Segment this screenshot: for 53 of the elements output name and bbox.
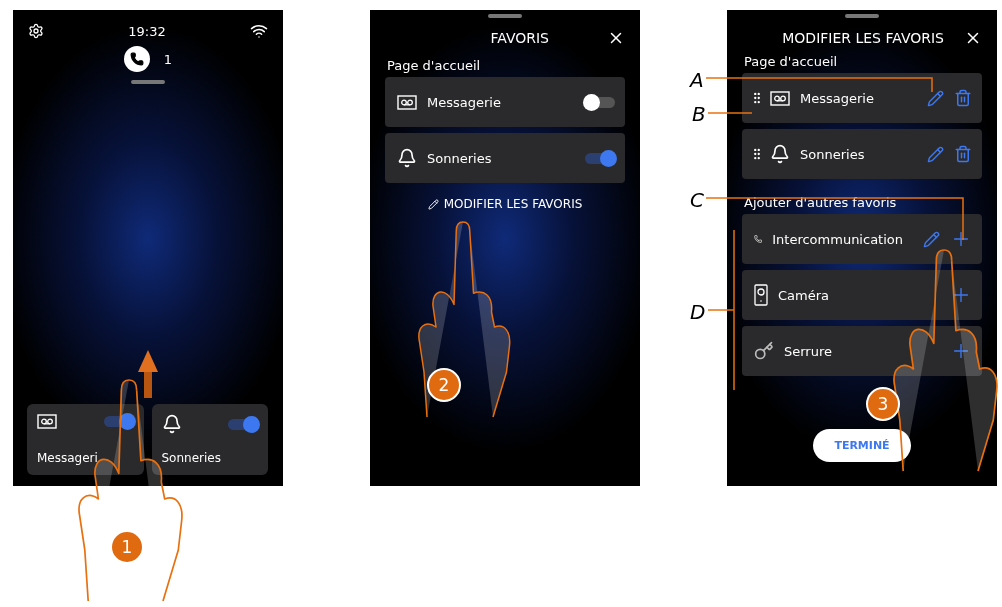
done-button[interactable]: TERMINÉ bbox=[813, 429, 911, 462]
row-label: Messagerie bbox=[427, 94, 501, 110]
row-label: Sonneries bbox=[800, 146, 865, 162]
voicemail-icon bbox=[397, 94, 417, 110]
favorite-row[interactable]: Sonneries bbox=[385, 133, 625, 183]
row-label: Messagerie bbox=[800, 90, 874, 106]
edit-favorites-link[interactable]: MODIFIER LES FAVORIS bbox=[427, 197, 583, 211]
toggle-switch[interactable] bbox=[585, 96, 615, 108]
pencil-icon bbox=[427, 198, 439, 210]
row-label: Sonneries bbox=[427, 150, 492, 166]
drag-handle[interactable] bbox=[488, 14, 522, 18]
callout-letter: D bbox=[690, 300, 706, 324]
wifi-icon bbox=[250, 22, 268, 40]
door-camera-icon bbox=[754, 284, 768, 306]
delete-icon[interactable] bbox=[954, 89, 972, 107]
bell-icon bbox=[397, 148, 417, 168]
step-number: 1 bbox=[110, 530, 144, 564]
clock-time: 19:32 bbox=[128, 23, 166, 39]
screen-title: FAVORIS bbox=[490, 30, 549, 46]
missed-call-icon[interactable] bbox=[123, 46, 150, 72]
row-label: Intercommunication bbox=[772, 231, 903, 247]
row-label: Caméra bbox=[778, 287, 830, 303]
toggle-switch[interactable] bbox=[228, 418, 258, 430]
bell-icon bbox=[770, 144, 790, 164]
row-label: Serrure bbox=[784, 343, 832, 359]
favorite-row[interactable]: Messagerie bbox=[385, 77, 625, 127]
edit-icon[interactable] bbox=[927, 145, 944, 163]
screen-title: MODIFIER LES FAVORIS bbox=[782, 30, 944, 46]
section-heading: Page d'accueil bbox=[744, 54, 839, 69]
favorite-tile[interactable]: Sonneries bbox=[151, 404, 268, 475]
voicemail-icon bbox=[37, 414, 57, 429]
settings-icon[interactable] bbox=[28, 23, 44, 39]
callout-letter: A bbox=[690, 68, 704, 92]
voicemail-icon bbox=[770, 90, 790, 106]
edit-icon[interactable] bbox=[923, 230, 940, 248]
edit-icon[interactable] bbox=[927, 89, 944, 107]
favorite-tile[interactable]: Messageri bbox=[27, 404, 144, 475]
swipe-up-arrow bbox=[138, 350, 158, 398]
toggle-switch[interactable] bbox=[103, 416, 134, 427]
missed-call-count: 1 bbox=[163, 51, 173, 67]
drag-handle[interactable] bbox=[845, 14, 879, 18]
tile-label: Messageri bbox=[37, 451, 99, 465]
callout-letter: C bbox=[690, 188, 704, 212]
key-icon bbox=[754, 341, 774, 361]
drag-handle[interactable] bbox=[131, 80, 165, 84]
bell-icon bbox=[161, 414, 182, 434]
section-heading: Ajouter d'autres favoris bbox=[744, 195, 898, 210]
leader-line bbox=[707, 112, 753, 114]
callout-letter: B bbox=[692, 102, 706, 126]
toggle-switch[interactable] bbox=[585, 152, 615, 164]
tile-label: Sonneries bbox=[161, 451, 222, 465]
delete-icon[interactable] bbox=[954, 145, 972, 163]
section-heading: Page d'accueil bbox=[387, 58, 482, 73]
